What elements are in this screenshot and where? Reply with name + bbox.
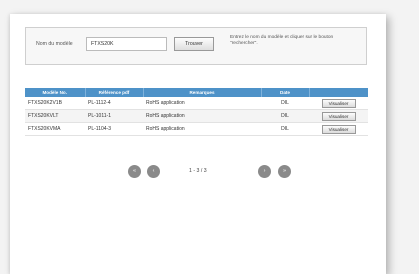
search-hint-text: Entrez le nom du modèle et cliquer sur l… (230, 35, 334, 46)
reference-cell: PL-1104-3 (85, 122, 143, 136)
find-button[interactable]: Trouver (174, 37, 214, 51)
table-row: FTXS20K2V1B PL-1112-4 RoHS application D… (25, 97, 368, 110)
double-chevron-right-icon[interactable]: » (278, 165, 291, 178)
chevron-right-icon[interactable]: › (258, 165, 271, 178)
column-header-action (309, 88, 368, 97)
action-cell: Visualiser (309, 122, 368, 136)
model-cell: FTXS20KVMA (25, 122, 85, 136)
search-panel: Nom du modèle Trouver Entrez le nom du m… (25, 27, 367, 65)
results-table: Modèle No. Référence pdf Remarques Date … (25, 88, 368, 136)
action-cell: Visualiser (309, 97, 368, 110)
double-chevron-left-icon[interactable]: « (128, 165, 141, 178)
date-cell: DIL (261, 97, 309, 110)
action-cell: Visualiser (309, 109, 368, 123)
table-header-row: Modèle No. Référence pdf Remarques Date (25, 88, 368, 97)
table-row: FTXS20KVLT PL-1011-1 RoHS application DI… (25, 109, 368, 123)
reference-cell: PL-1011-1 (85, 109, 143, 123)
chevron-left-icon[interactable]: ‹ (147, 165, 160, 178)
column-header-date: Date (261, 88, 310, 97)
reference-cell: PL-1112-4 (85, 97, 143, 110)
date-cell: DIL (261, 109, 309, 123)
view-button[interactable]: Visualiser (321, 111, 356, 121)
remark-cell: RoHS application (143, 122, 261, 136)
model-search-input[interactable] (86, 37, 167, 51)
column-header-model: Modèle No. (25, 88, 86, 97)
model-cell: FTXS20KVLT (25, 109, 85, 123)
view-button[interactable]: Visualiser (321, 98, 356, 108)
date-cell: DIL (261, 122, 309, 136)
column-header-remarks: Remarques (143, 88, 262, 97)
page-indicator: 1 - 3 / 3 (189, 168, 207, 174)
model-cell: FTXS20K2V1B (25, 97, 85, 110)
remark-cell: RoHS application (143, 97, 261, 110)
table-row: FTXS20KVMA PL-1104-3 RoHS application DI… (25, 122, 368, 136)
view-button[interactable]: Visualiser (321, 124, 356, 134)
remark-cell: RoHS application (143, 109, 261, 123)
column-header-reference: Référence pdf (85, 88, 144, 97)
model-name-label: Nom du modèle (36, 41, 73, 47)
